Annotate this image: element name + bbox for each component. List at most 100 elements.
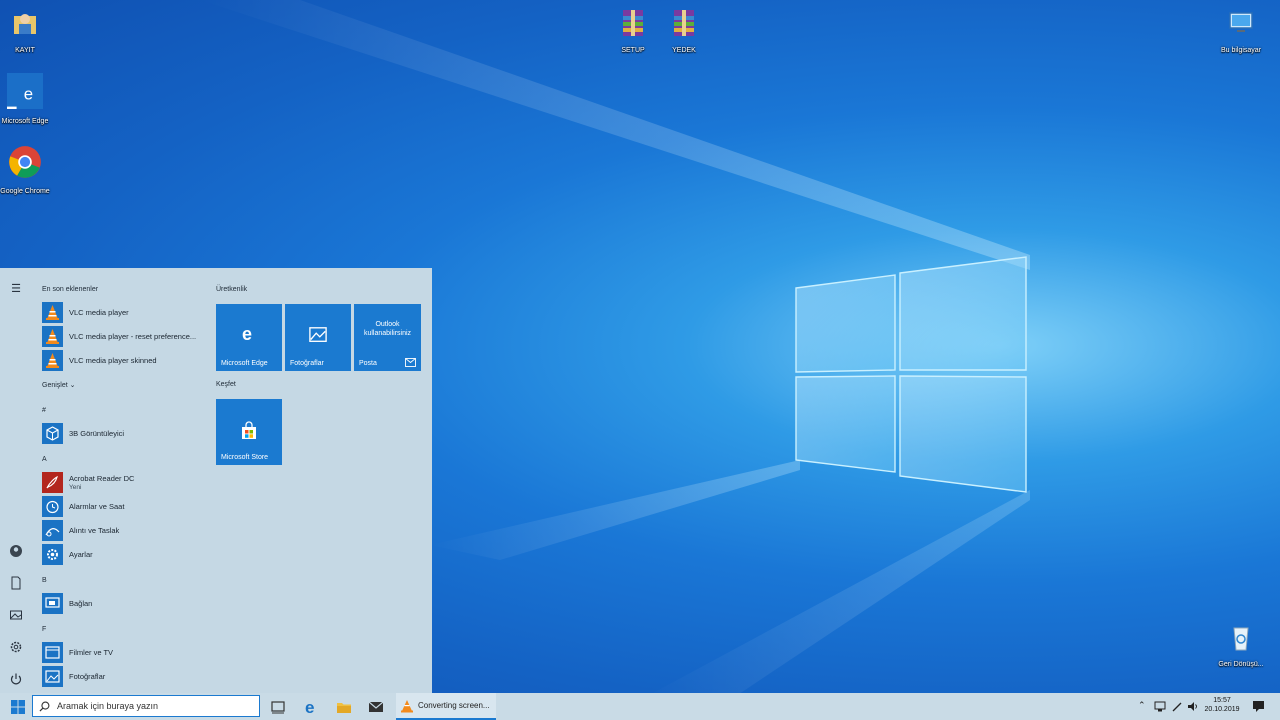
tile-mail[interactable]: Outlook kullanabilirsiniz Posta (354, 304, 421, 371)
app-label: Bağlan (69, 599, 93, 608)
app-label: Ayarlar (69, 550, 93, 559)
new-badge: Yeni (69, 484, 82, 491)
vlc-icon (42, 302, 63, 323)
mail-caption: Outlook kullanabilirsiniz (363, 321, 412, 337)
group-letter[interactable]: F (42, 626, 46, 633)
recycle-bin-icon (1233, 627, 1249, 651)
taskbar-app-converting[interactable]: Converting screen... (396, 693, 496, 720)
svg-text:e: e (24, 84, 33, 103)
vlc-icon (401, 700, 413, 713)
tile-label: Fotoğraflar (290, 360, 324, 367)
app-snip-sketch[interactable]: Alıntı ve Taslak (42, 520, 202, 542)
search-box[interactable]: Aramak için buraya yazın (32, 695, 260, 717)
edge-taskbar-icon[interactable]: e (303, 698, 321, 716)
clock[interactable]: 15:57 20.10.2019 (1200, 696, 1244, 714)
app-label: VLC media player (69, 308, 129, 317)
user-folder-icon (14, 14, 36, 34)
search-icon (39, 701, 50, 712)
snip-sketch-icon (42, 520, 63, 541)
acrobat-icon (42, 472, 63, 493)
show-hidden-icons[interactable]: ⌃ (1138, 700, 1146, 711)
network-icon[interactable] (1154, 701, 1166, 712)
vlc-icon (42, 350, 63, 371)
settings-icon[interactable] (9, 640, 23, 654)
desktop-icon-chrome[interactable]: Google Chrome (0, 145, 55, 196)
group-letter[interactable]: B (42, 577, 47, 584)
tile-label: Microsoft Edge (221, 360, 268, 367)
start-menu: ☰ En son eklenenler VLC media player VLC… (0, 268, 432, 693)
app-films-tv[interactable]: Filmler ve TV (42, 642, 202, 664)
app-label: 3B Görüntüleyici (69, 429, 125, 438)
app-settings[interactable]: Ayarlar (42, 544, 202, 566)
3d-viewer-icon (42, 423, 63, 444)
notification-center-icon[interactable] (1252, 700, 1265, 712)
file-explorer-icon[interactable] (335, 698, 353, 716)
taskbar: Aramak için buraya yazın e Converting sc… (0, 693, 1280, 720)
desktop-icon-label: Bu bilgisayar (1220, 47, 1262, 54)
svg-text:e: e (305, 698, 314, 716)
app-vlc-skinned[interactable]: VLC media player skinned (42, 350, 202, 372)
app-label: VLC media player - reset preference... (69, 332, 197, 341)
tile-label: Microsoft Store (221, 454, 269, 461)
tile-photos[interactable]: Fotoğraflar (285, 304, 351, 371)
hamburger-menu-icon[interactable]: ☰ (9, 282, 23, 296)
tile-microsoft-edge[interactable]: e Microsoft Edge (216, 304, 282, 371)
clock-date: 20.10.2019 (1204, 706, 1240, 713)
task-view-icon[interactable] (269, 698, 287, 716)
user-account-icon[interactable] (9, 544, 23, 558)
app-label: Filmler ve TV (69, 648, 114, 657)
documents-icon[interactable] (9, 576, 23, 590)
app-label: Acrobat Reader DC (69, 474, 135, 483)
mail-icon (405, 358, 416, 367)
svg-text:e: e (242, 324, 252, 344)
clock-time: 15:57 (1213, 697, 1231, 704)
app-label: Alıntı ve Taslak (69, 526, 120, 535)
tile-label: Posta (359, 360, 377, 367)
winrar-archive-icon (623, 10, 643, 36)
desktop-icon-edge[interactable]: e Microsoft Edge (0, 73, 55, 126)
connect-icon (42, 593, 63, 614)
photos-icon (42, 666, 63, 687)
power-icon[interactable] (9, 672, 23, 686)
volume-icon[interactable] (1187, 701, 1199, 712)
vlc-icon (42, 326, 63, 347)
pen-icon[interactable] (1171, 701, 1183, 712)
expand-label: Genişlet (42, 382, 68, 389)
desktop-icon-yedek[interactable]: YEDEK (654, 8, 714, 55)
app-connect[interactable]: Bağlan (42, 593, 202, 615)
app-photos[interactable]: Fotoğraflar (42, 666, 202, 688)
tile-microsoft-store[interactable]: Microsoft Store (216, 399, 282, 465)
desktop-icon-recycle-bin[interactable]: Geri Dönüşü... (1211, 622, 1271, 669)
desktop-icon-label: Geri Dönüşü... (1218, 661, 1264, 668)
app-acrobat[interactable]: Acrobat Reader DC Yeni (42, 472, 202, 494)
start-rail: ☰ (0, 268, 34, 693)
mail-taskbar-icon[interactable] (367, 698, 385, 716)
app-label: VLC media player skinned (69, 356, 157, 365)
this-pc-icon (1229, 12, 1253, 32)
pictures-icon[interactable] (9, 608, 23, 622)
edge-icon: e (242, 324, 252, 344)
recent-header: En son eklenenler (42, 286, 99, 293)
search-placeholder: Aramak için buraya yazın (57, 701, 159, 711)
windows-logo (795, 256, 1027, 493)
desktop-icon-label: KAYIT (15, 47, 35, 54)
windows-start-icon[interactable] (9, 698, 27, 716)
desktop-icon-label: Microsoft Edge (1, 118, 49, 125)
store-bag-icon (242, 421, 256, 439)
winrar-archive-icon (674, 10, 694, 36)
app-vlc-reset[interactable]: VLC media player - reset preference... (42, 326, 202, 348)
expand-link[interactable]: Genişlet ⌄ (42, 381, 76, 389)
photos-icon (309, 327, 327, 342)
alarm-clock-icon (42, 496, 63, 517)
app-vlc[interactable]: VLC media player (42, 302, 202, 324)
film-icon (42, 642, 63, 663)
app-3d-viewer[interactable]: 3B Görüntüleyici (42, 423, 202, 445)
app-label: Fotoğraflar (69, 672, 106, 681)
productivity-header: Üretkenlik (216, 286, 248, 293)
group-letter[interactable]: A (42, 456, 47, 463)
app-alarms[interactable]: Alarmlar ve Saat (42, 496, 202, 518)
app-label: Alarmlar ve Saat (69, 502, 125, 511)
group-letter[interactable]: # (42, 407, 46, 414)
desktop-icon-this-pc[interactable]: Bu bilgisayar (1211, 8, 1271, 55)
desktop-icon-kayit[interactable]: KAYIT (0, 8, 55, 55)
